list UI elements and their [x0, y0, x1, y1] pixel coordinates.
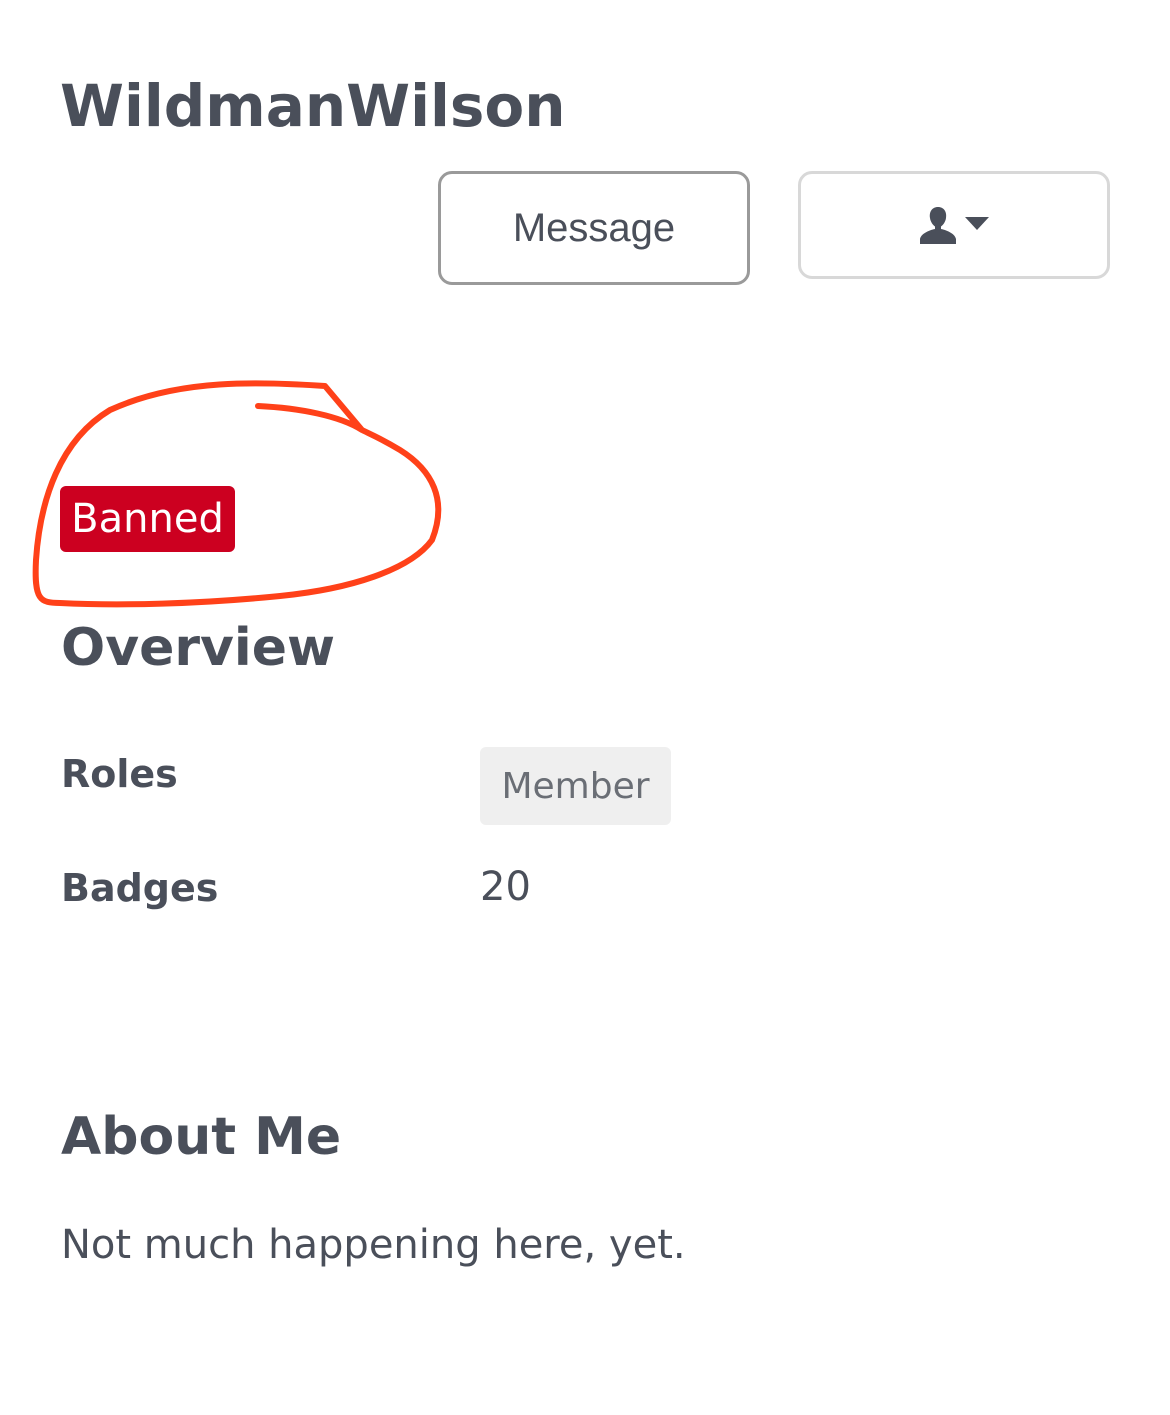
about-me-text: Not much happening here, yet. [61, 1222, 686, 1268]
status-badge-banned: Banned [60, 486, 235, 552]
user-icon [920, 207, 956, 244]
badges-count[interactable]: 20 [480, 864, 531, 910]
user-actions-dropdown-button[interactable] [798, 171, 1110, 279]
role-tag-member[interactable]: Member [480, 747, 671, 825]
roles-label: Roles [61, 752, 178, 796]
message-button[interactable]: Message [438, 171, 750, 285]
about-me-heading: About Me [61, 1107, 342, 1167]
profile-username: WildmanWilson [60, 72, 566, 140]
badges-label: Badges [61, 866, 219, 910]
caret-down-icon [965, 217, 989, 230]
overview-heading: Overview [61, 618, 336, 678]
